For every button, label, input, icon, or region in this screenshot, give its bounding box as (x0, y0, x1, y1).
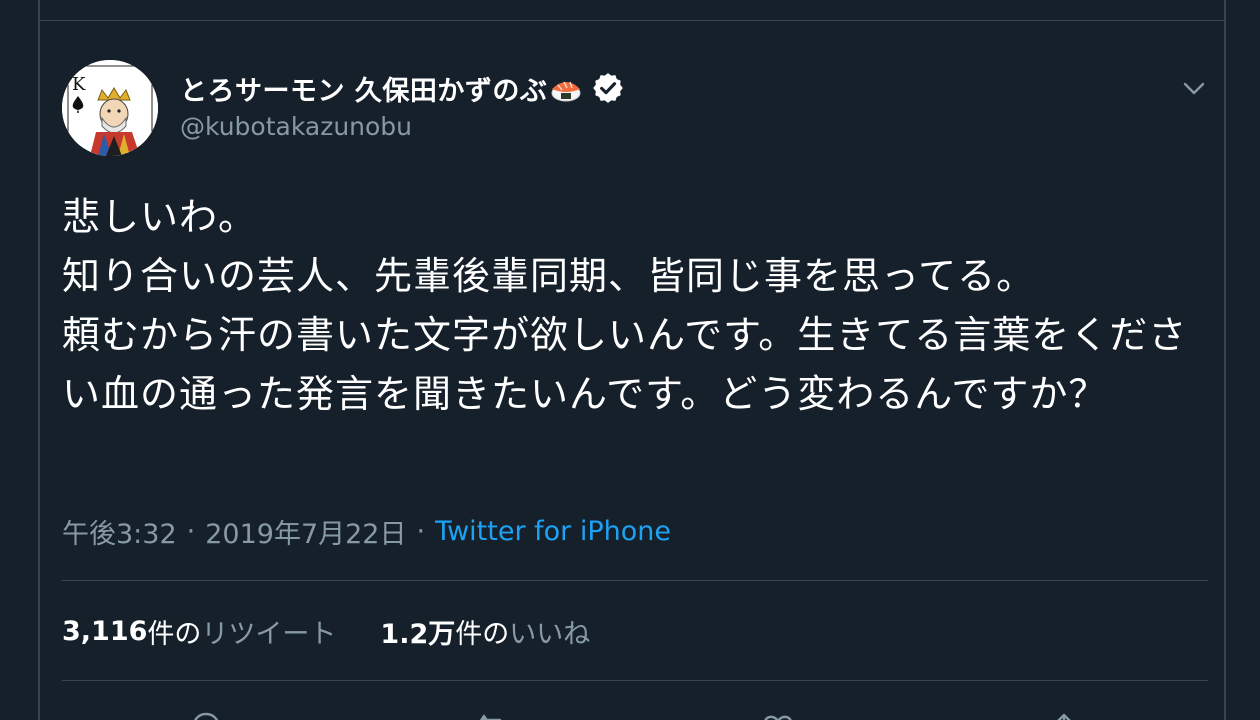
retweets-label: リツイート (201, 619, 337, 650)
tweet-source-link[interactable]: Twitter for iPhone (435, 516, 671, 547)
meta-separator: · (416, 516, 426, 547)
reply-icon[interactable] (186, 708, 226, 720)
tweet-date[interactable]: 2019年7月22日 (205, 512, 406, 551)
tweet-header: K とろサーモン 久保田かずのぶ @kubotakazunobu (62, 60, 1208, 160)
likes-label: いいね (509, 619, 591, 650)
meta-separator: · (186, 516, 196, 547)
tweet-text: 悲しいわ。 知り合いの芸人、先輩後輩同期、皆同じ事を思ってる。 頼むから汗の書い… (62, 195, 1188, 416)
verified-badge-icon (591, 71, 625, 105)
likes-count: 1.2万 (380, 619, 456, 650)
share-icon[interactable] (1044, 708, 1084, 720)
display-name[interactable]: とろサーモン 久保田かずのぶ (180, 69, 547, 108)
king-of-spades-card-icon: K (62, 60, 158, 156)
retweets-unit: 件の (147, 619, 202, 650)
avatar[interactable]: K (62, 60, 158, 156)
timeline-column: K とろサーモン 久保田かずのぶ @kubotakazunobu 悲しいわ。 知… (38, 0, 1226, 720)
tweet: K とろサーモン 久保田かずのぶ @kubotakazunobu 悲しいわ。 知… (62, 60, 1208, 720)
likes-stat[interactable]: 1.2万 件の いいね (380, 612, 590, 651)
svg-text:K: K (72, 74, 86, 95)
handle[interactable]: @kubotakazunobu (180, 112, 412, 141)
name-row: とろサーモン 久保田かずのぶ (180, 68, 625, 108)
retweets-stat[interactable]: 3,116 件の リツイート (62, 612, 336, 651)
chevron-down-icon[interactable] (1180, 74, 1208, 102)
tweet-time[interactable]: 午後3:32 (62, 512, 177, 551)
tweet-page: K とろサーモン 久保田かずのぶ @kubotakazunobu 悲しいわ。 知… (0, 0, 1260, 720)
tweet-actions (62, 708, 1208, 720)
sushi-icon (549, 71, 583, 105)
tweet-stats: 3,116 件の リツイート 1.2万 件の いいね (62, 612, 590, 651)
top-divider (40, 20, 1224, 21)
retweet-icon[interactable] (472, 708, 512, 720)
like-icon[interactable] (758, 708, 798, 720)
divider (62, 580, 1208, 581)
tweet-meta: 午後3:32 · 2019年7月22日 · Twitter for iPhone (62, 512, 671, 551)
likes-unit: 件の (455, 619, 510, 650)
divider (62, 680, 1208, 681)
retweets-count: 3,116 (62, 616, 148, 647)
